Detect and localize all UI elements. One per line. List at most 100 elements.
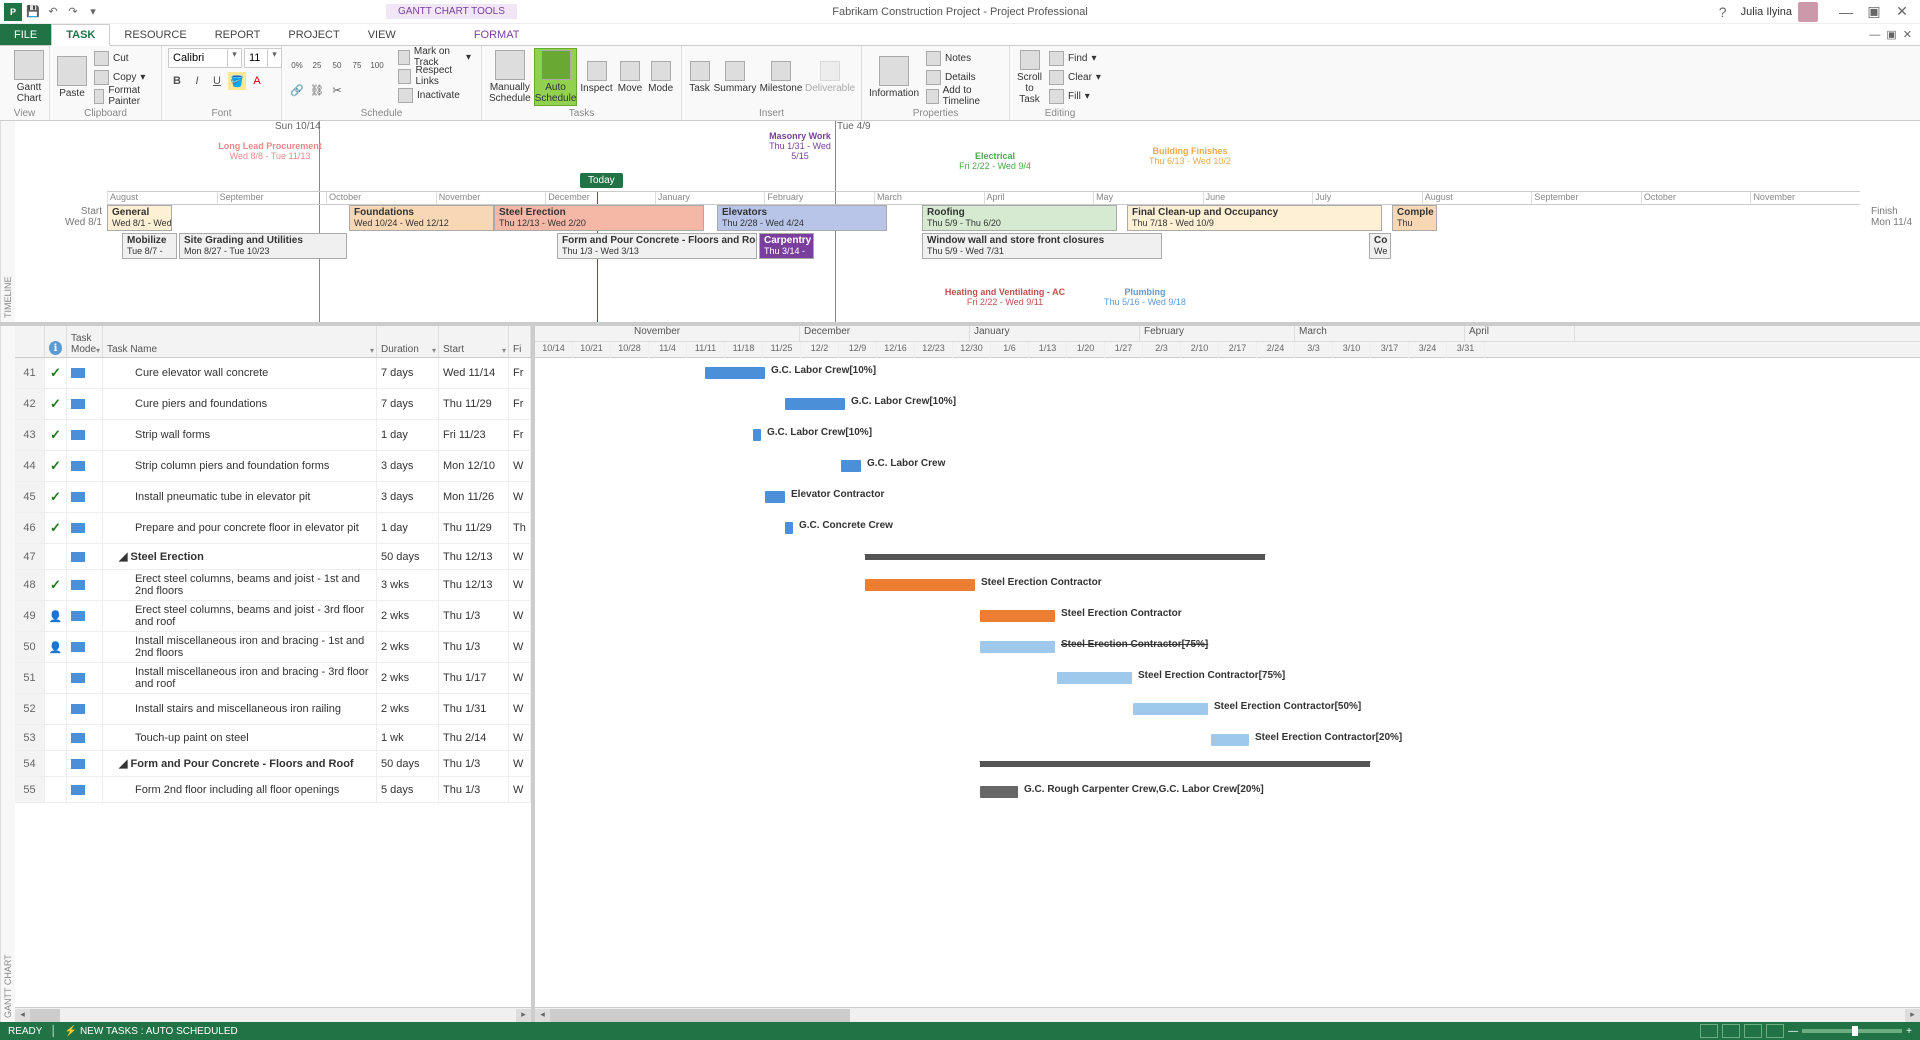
format-painter-button[interactable]: Format Painter <box>90 87 155 105</box>
tl-bar-co[interactable]: CoWe <box>1369 233 1391 259</box>
gantt-hscroll[interactable]: ◂▸ <box>535 1007 1920 1022</box>
tl-bar-windowwall[interactable]: Window wall and store front closuresThu … <box>922 233 1162 259</box>
tl-bar-carpentry[interactable]: CarpentryThu 3/14 - <box>759 233 814 259</box>
save-icon[interactable]: 💾 <box>24 3 42 21</box>
font-size-combo[interactable]: ▾ <box>244 48 282 68</box>
pct25-button[interactable]: 25 <box>308 57 326 75</box>
col-duration[interactable]: Duration▾ <box>377 326 439 357</box>
italic-button[interactable]: I <box>188 72 206 90</box>
task-name-cell[interactable]: Touch-up paint on steel <box>107 732 249 744</box>
task-bar[interactable] <box>1057 672 1132 684</box>
col-task-mode[interactable]: Task Mode▾ <box>67 326 103 357</box>
task-row[interactable]: 48 ✓ Erect steel columns, beams and jois… <box>15 570 531 601</box>
doc-minimize-icon[interactable]: — <box>1869 29 1880 41</box>
zoom-out-icon[interactable]: — <box>1788 1026 1798 1037</box>
link-button[interactable]: 🔗 <box>288 82 306 100</box>
clear-button[interactable]: Clear ▾ <box>1045 68 1105 86</box>
tab-report[interactable]: REPORT <box>201 24 275 45</box>
view-btn-4[interactable] <box>1766 1024 1784 1038</box>
milestone-button[interactable]: Milestone <box>759 48 803 106</box>
qat-dropdown-icon[interactable]: ▾ <box>84 3 102 21</box>
task-bar[interactable] <box>865 579 975 591</box>
font-name-combo[interactable]: ▾ <box>168 48 242 68</box>
task-row[interactable]: 54 ◢ Form and Pour Concrete - Floors and… <box>15 751 531 777</box>
manually-schedule-button[interactable]: Manually Schedule <box>488 48 532 106</box>
task-bar[interactable] <box>1133 703 1208 715</box>
summary-bar[interactable] <box>980 761 1370 767</box>
task-row[interactable]: 44 ✓ Strip column piers and foundation f… <box>15 451 531 482</box>
task-row[interactable]: 53 Touch-up paint on steel 1 wk Thu 2/14… <box>15 725 531 751</box>
copy-button[interactable]: Copy ▾ <box>90 68 155 86</box>
add-timeline-button[interactable]: Add to Timeline <box>922 87 1003 105</box>
task-name-cell[interactable]: Install miscellaneous iron and bracing -… <box>107 635 372 659</box>
minimize-icon[interactable]: — <box>1836 2 1856 22</box>
task-row[interactable]: 41 ✓ Cure elevator wall concrete 7 days … <box>15 358 531 389</box>
font-size-input[interactable] <box>245 49 267 67</box>
task-row[interactable]: 42 ✓ Cure piers and foundations 7 days T… <box>15 389 531 420</box>
pct100-button[interactable]: 100 <box>368 57 386 75</box>
task-name-cell[interactable]: Erect steel columns, beams and joist - 1… <box>107 573 372 597</box>
task-bar[interactable] <box>841 460 861 472</box>
doc-restore-icon[interactable]: ▣ <box>1886 28 1896 41</box>
tl-bar-comple[interactable]: CompleThu <box>1392 205 1437 231</box>
font-name-input[interactable] <box>169 49 227 67</box>
zoom-in-icon[interactable]: + <box>1906 1026 1912 1037</box>
respect-links-button[interactable]: Respect Links <box>394 67 475 85</box>
summary-button[interactable]: Summary <box>713 48 757 106</box>
task-row[interactable]: 47 ◢ Steel Erection 50 days Thu 12/13 W <box>15 544 531 570</box>
task-bar[interactable] <box>753 429 761 441</box>
view-btn-1[interactable] <box>1700 1024 1718 1038</box>
task-bar[interactable] <box>1211 734 1249 746</box>
tab-view[interactable]: VIEW <box>354 24 410 45</box>
cut-button[interactable]: Cut <box>90 49 155 67</box>
fill-button[interactable]: Fill ▾ <box>1045 87 1105 105</box>
user-avatar[interactable] <box>1798 2 1818 22</box>
task-row[interactable]: 43 ✓ Strip wall forms 1 day Fri 11/23 Fr <box>15 420 531 451</box>
task-bar[interactable] <box>765 491 785 503</box>
details-button[interactable]: Details <box>922 68 1003 86</box>
font-color-button[interactable]: A <box>248 72 266 90</box>
task-name-cell[interactable]: ◢ Form and Pour Concrete - Floors and Ro… <box>107 757 354 770</box>
bold-button[interactable]: B <box>168 72 186 90</box>
task-bar[interactable] <box>705 367 765 379</box>
view-btn-3[interactable] <box>1744 1024 1762 1038</box>
tab-project[interactable]: PROJECT <box>274 24 353 45</box>
tl-bar-sitegrading[interactable]: Site Grading and UtilitiesMon 8/27 - Tue… <box>179 233 347 259</box>
task-name-cell[interactable]: Erect steel columns, beams and joist - 3… <box>107 604 372 628</box>
task-row[interactable]: 45 ✓ Install pneumatic tube in elevator … <box>15 482 531 513</box>
gantt-chart-button[interactable]: Gantt Chart <box>6 48 52 106</box>
pct75-button[interactable]: 75 <box>348 57 366 75</box>
task-row[interactable]: 50 👤 Install miscellaneous iron and brac… <box>15 632 531 663</box>
col-finish[interactable]: Fi <box>509 326 531 357</box>
tl-bar-final[interactable]: Final Clean-up and OccupancyThu 7/18 - W… <box>1127 205 1382 231</box>
task-row[interactable]: 52 Install stairs and miscellaneous iron… <box>15 694 531 725</box>
task-name-cell[interactable]: Prepare and pour concrete floor in eleva… <box>107 522 359 534</box>
task-row[interactable]: 55 Form 2nd floor including all floor op… <box>15 777 531 803</box>
app-icon[interactable]: P <box>4 3 22 21</box>
insert-task-button[interactable]: Task <box>688 48 711 106</box>
task-name-cell[interactable]: Cure piers and foundations <box>107 398 267 410</box>
doc-close-icon[interactable]: ✕ <box>1903 28 1912 41</box>
task-name-cell[interactable]: Strip column piers and foundation forms <box>107 460 329 472</box>
task-row[interactable]: 49 👤 Erect steel columns, beams and jois… <box>15 601 531 632</box>
tl-bar-general[interactable]: GeneralWed 8/1 - Wed <box>107 205 172 231</box>
tl-bar-foundations[interactable]: FoundationsWed 10/24 - Wed 12/12 <box>349 205 494 231</box>
task-bar[interactable] <box>980 641 1055 653</box>
view-btn-2[interactable] <box>1722 1024 1740 1038</box>
undo-icon[interactable]: ↶ <box>44 3 62 21</box>
close-icon[interactable]: ✕ <box>1892 2 1912 22</box>
task-row[interactable]: 46 ✓ Prepare and pour concrete floor in … <box>15 513 531 544</box>
grid-hscroll[interactable]: ◂▸ <box>15 1007 531 1022</box>
move-button[interactable]: Move <box>616 48 645 106</box>
tl-bar-mobilize[interactable]: MobilizeTue 8/7 - <box>122 233 177 259</box>
col-start[interactable]: Start▾ <box>439 326 509 357</box>
zoom-slider[interactable] <box>1802 1029 1902 1033</box>
restore-icon[interactable]: ▣ <box>1864 2 1884 22</box>
task-bar[interactable] <box>980 610 1055 622</box>
task-name-cell[interactable]: Install pneumatic tube in elevator pit <box>107 491 311 503</box>
help-icon[interactable]: ? <box>1713 2 1733 22</box>
tab-format[interactable]: FORMAT <box>460 24 534 45</box>
col-task-name[interactable]: Task Name▾ <box>103 326 377 357</box>
task-name-cell[interactable]: Strip wall forms <box>107 429 210 441</box>
notes-button[interactable]: Notes <box>922 49 1003 67</box>
